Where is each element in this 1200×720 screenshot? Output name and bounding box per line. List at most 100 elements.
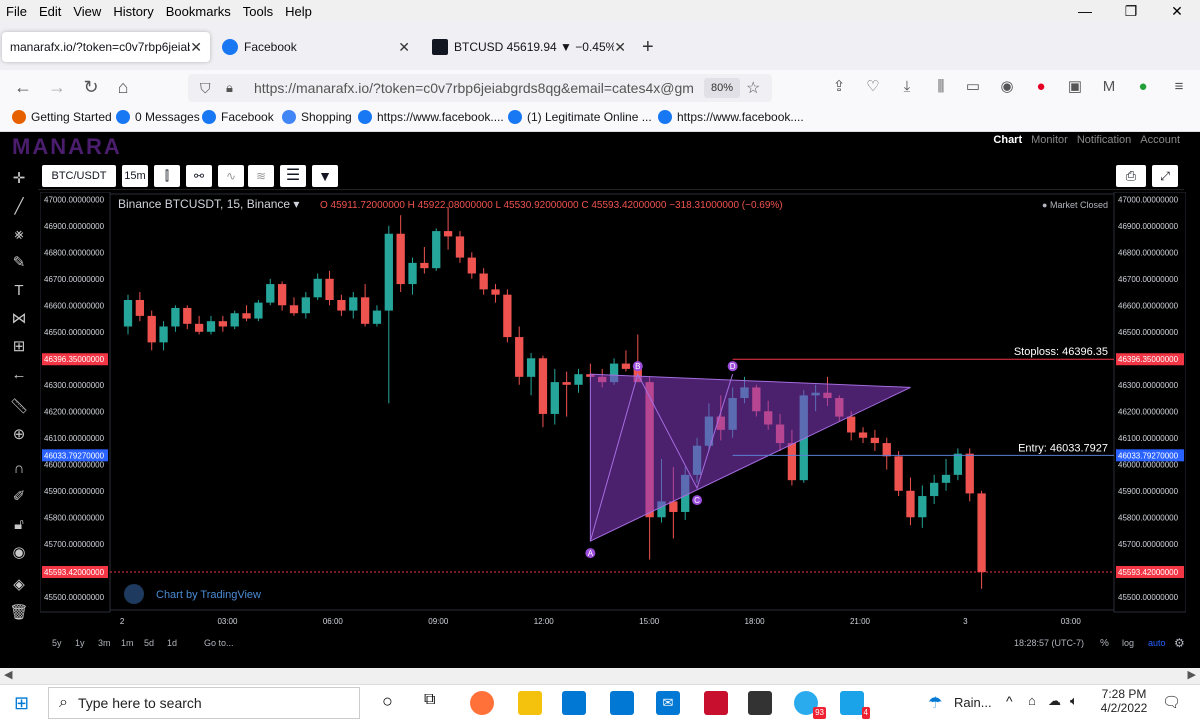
layers-icon[interactable]: ◈ [8, 574, 30, 596]
bookmark-item[interactable]: Shopping [282, 110, 352, 124]
brush-icon[interactable]: ✎ [8, 252, 30, 274]
bookmark-item[interactable]: Getting Started [12, 110, 112, 124]
menu-file[interactable]: File [0, 4, 33, 19]
m-extension-icon[interactable]: M [1100, 78, 1118, 96]
url-text[interactable]: https://manarafx.io/?token=c0v7rbp6jeiab… [254, 80, 694, 96]
reload-icon[interactable]: ↻ [80, 76, 102, 98]
candles-icon[interactable]: ⫿ [154, 165, 180, 187]
unlock-icon[interactable]: 🔓︎ [8, 514, 30, 536]
bookmark-item[interactable]: (1) Legitimate Online ... [508, 110, 652, 124]
menu-history[interactable]: History [107, 4, 159, 19]
trendline-icon[interactable]: ╱ [8, 196, 30, 218]
telegram-icon[interactable]: 93 [794, 691, 826, 719]
fullscreen-icon[interactable]: ⤢ [1152, 165, 1178, 187]
nav-notification[interactable]: Notification [1077, 134, 1131, 146]
menu-help[interactable]: Help [279, 4, 318, 19]
list-icon[interactable]: ☰ [280, 165, 306, 187]
weather-label[interactable]: Rain... [954, 695, 992, 710]
app-icon[interactable] [704, 691, 728, 715]
cloud-icon[interactable]: ☁ [1048, 693, 1061, 709]
account-icon[interactable]: ◉ [998, 78, 1016, 96]
close-window-button[interactable]: ✕ [1154, 0, 1200, 22]
symbol-search[interactable]: BTC/USDT [42, 165, 116, 187]
restore-button[interactable]: ❐ [1108, 0, 1154, 22]
back-arrow-icon[interactable]: ← [8, 364, 30, 386]
back-icon[interactable]: ← [12, 76, 34, 98]
task-view-icon[interactable]: ⧉ [424, 691, 435, 709]
nav-chart[interactable]: Chart [993, 134, 1022, 146]
bookmark-star-icon[interactable]: ☆ [746, 78, 760, 98]
cortana-icon[interactable]: ○ [382, 691, 393, 712]
new-tab-button[interactable]: + [642, 36, 654, 59]
mail-icon[interactable]: ✉ [656, 691, 680, 715]
chrome-icon[interactable] [610, 691, 634, 715]
file-explorer-icon[interactable] [518, 691, 542, 715]
compare-icon[interactable]: ∿ [218, 165, 244, 187]
y-tick-left: 46000.00000000 [44, 460, 105, 469]
magnet-icon[interactable]: ∩ [8, 458, 30, 480]
measure-icon[interactable]: ⊞ [8, 336, 30, 358]
network-icon[interactable]: ⌂ [1028, 693, 1036, 708]
extension-icon[interactable]: ▣ [1066, 78, 1084, 96]
indicators-icon[interactable]: ⚯ [186, 165, 212, 187]
sidebar-icon[interactable]: ▭ [964, 78, 982, 96]
pattern-icon[interactable]: ⋈ [8, 308, 30, 330]
fib-icon[interactable]: ⨳ [8, 224, 30, 246]
windows-start-icon[interactable]: ⊞ [14, 693, 29, 714]
volume-icon[interactable]: 🔈︎ [1070, 693, 1078, 709]
bookmark-item[interactable]: https://www.facebook.... [658, 110, 804, 124]
menu-icon[interactable]: ≡ [1170, 78, 1188, 96]
crosshair-icon[interactable]: ✛ [8, 168, 30, 190]
pinterest-icon[interactable]: ● [1032, 78, 1050, 96]
close-tab-icon[interactable]: ✕ [190, 39, 202, 56]
price-chart[interactable]: 47000.00000000 47000.00000000 46900.000000… [40, 192, 1186, 664]
menu-edit[interactable]: Edit [33, 4, 67, 19]
download-icon[interactable]: ⤓ [898, 78, 916, 96]
lock-icon[interactable]: 🔒︎ [226, 80, 233, 96]
menu-tools[interactable]: Tools [237, 4, 279, 19]
text-icon[interactable]: T [8, 280, 30, 302]
app-icon-3[interactable]: 4 [840, 691, 870, 719]
store-icon[interactable] [562, 691, 586, 715]
zoom-icon[interactable]: ⊕ [8, 424, 30, 446]
ruler-icon[interactable]: 📏︎ [8, 396, 30, 418]
notifications-icon[interactable]: 🗨︎ [1162, 693, 1181, 711]
nav-monitor[interactable]: Monitor [1031, 134, 1068, 146]
menu-view[interactable]: View [67, 4, 107, 19]
scroll-right-icon[interactable]: ▶ [1188, 668, 1196, 681]
shield-icon[interactable]: ⛉ [200, 80, 211, 97]
eye-icon[interactable]: ◉ [8, 542, 30, 564]
close-tab-icon[interactable]: ✕ [614, 39, 626, 56]
b-extension-icon[interactable]: ● [1134, 78, 1152, 96]
library-icon[interactable]: ⫼ [932, 78, 950, 96]
address-bar[interactable]: ⛉ 🔒︎ https://manarafx.io/?token=c0v7rbp6… [188, 74, 772, 102]
menu-bookmarks[interactable]: Bookmarks [160, 4, 237, 19]
home-icon[interactable]: ⌂ [112, 76, 134, 98]
templates-icon[interactable]: ≋ [248, 165, 274, 187]
bookmark-item[interactable]: 0 Messages [116, 110, 200, 124]
tab-manarafx[interactable]: manarafx.io/?token=c0v7rbp6jeiabg ✕ [2, 32, 210, 62]
tab-facebook[interactable]: Facebook ✕ [214, 32, 418, 62]
zoom-level[interactable]: 80% [704, 78, 740, 98]
trash-icon[interactable]: 🗑︎ [8, 602, 30, 624]
scroll-left-icon[interactable]: ◀ [4, 668, 12, 681]
bookmark-item[interactable]: https://www.facebook.... [358, 110, 504, 124]
forward-icon[interactable]: → [46, 76, 68, 98]
horizontal-scrollbar[interactable]: ◀ ▶ [0, 668, 1200, 684]
firefox-taskbar-icon[interactable] [470, 691, 494, 715]
camera-icon[interactable]: ⎙ [1116, 165, 1146, 187]
close-tab-icon[interactable]: ✕ [398, 39, 410, 56]
minimize-button[interactable]: — [1062, 0, 1108, 22]
tab-btcusd[interactable]: BTCUSD 45619.94 ▼ −0.45% Def ✕ [424, 32, 634, 62]
lock-drawings-icon[interactable]: ✐ [8, 486, 30, 508]
clock[interactable]: 7:28 PM 4/2/2022 [1096, 687, 1152, 715]
taskbar-search[interactable]: ⌕ Type here to search [48, 687, 360, 719]
bookmark-item[interactable]: Facebook [202, 110, 274, 124]
chevron-up-icon[interactable]: ^ [1006, 693, 1013, 709]
pocket-icon[interactable]: ⇪ [830, 78, 848, 96]
nav-account[interactable]: Account [1140, 134, 1180, 146]
shield-tracker-icon[interactable]: ♡ [864, 78, 882, 96]
app-icon-2[interactable] [748, 691, 772, 715]
filter-icon[interactable]: ▼ [312, 165, 338, 187]
interval-button[interactable]: 15m [122, 165, 148, 187]
